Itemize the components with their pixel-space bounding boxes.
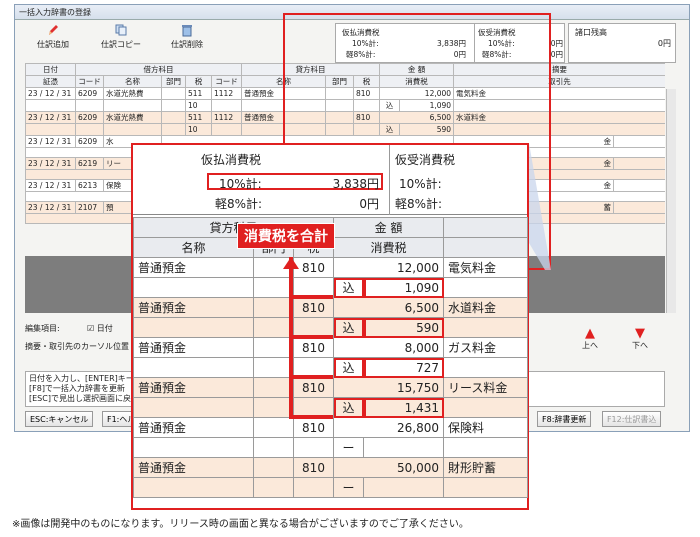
- zoom-panel: 仮払消費税 仮受消費税 10%計: 3,838円 軽8%計: 0円 10%計: …: [131, 143, 529, 510]
- footnote: ※画像は開発中のものになります。リリース時の画面と異なる場合がございますのでご了…: [12, 519, 469, 530]
- sum-bracket: [283, 257, 333, 419]
- sum-tax-callout: 消費税を合計: [237, 223, 335, 249]
